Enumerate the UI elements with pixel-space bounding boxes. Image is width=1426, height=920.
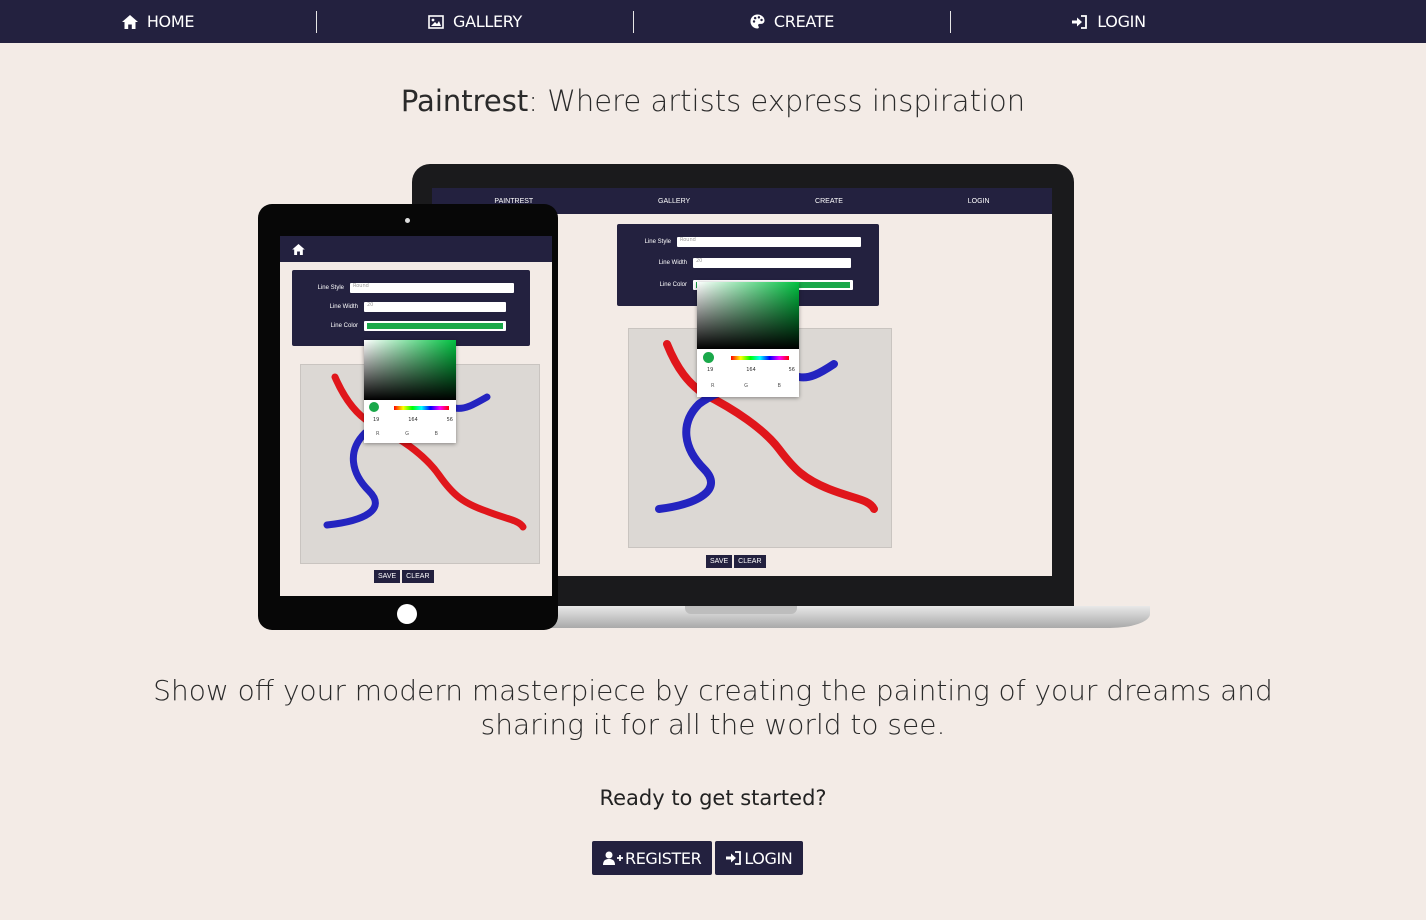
mini-clear-button: CLEAR [734, 555, 766, 568]
rgb-r: 19 [373, 417, 380, 423]
tablet-mini-buttons: SAVE CLEAR [374, 570, 434, 583]
tablet-color-picker: 19 164 56 R G B [364, 340, 456, 443]
top-nav: HOME GALLERY CREATE LOGIN [0, 0, 1426, 43]
login-icon [1072, 14, 1088, 29]
line-style-select: Round [350, 283, 514, 293]
device-mockup-image: PAINTREST GALLERY CREATE LOGIN Line Styl… [250, 160, 1160, 640]
rgb-g: 164 [408, 417, 418, 423]
rgb-b: 56 [446, 417, 453, 423]
rgb-label-r: R [711, 383, 715, 389]
tablet-screen: Line Style Round Line Width 20 Line Color … [280, 236, 552, 596]
label-line-style: Line Style [317, 285, 344, 291]
mini-nav-item: GALLERY [658, 197, 691, 205]
rgb-label-g: G [405, 431, 409, 437]
nav-home-label: HOME [146, 12, 195, 31]
nav-login-label: LOGIN [1097, 12, 1146, 31]
laptop-base [490, 606, 1150, 628]
nav-create-label: CREATE [773, 12, 835, 31]
rgb-label-r: R [376, 431, 380, 437]
login-icon [726, 851, 742, 865]
rgb-g: 164 [746, 367, 756, 373]
image-icon [428, 14, 444, 29]
label-line-color: Line Color [659, 282, 687, 288]
tablet-settings-panel: Line Style Round Line Width 20 Line Color [292, 270, 530, 346]
rgb-label-b: B [434, 431, 438, 437]
register-button-label: REGISTER [625, 848, 702, 868]
cta-buttons: REGISTER LOGIN [592, 841, 804, 875]
tablet-camera [405, 218, 410, 223]
page-subtitle: : Where artists express inspiration [528, 84, 1026, 118]
rgb-label-g: G [744, 383, 748, 389]
user-plus-icon [603, 851, 623, 865]
tablet-home-button [397, 604, 417, 624]
nav-home[interactable]: HOME [0, 0, 316, 43]
call-to-action-text: Ready to get started? [599, 786, 827, 810]
label-line-width: Line Width [658, 260, 687, 266]
tagline: Show off your modern masterpiece by crea… [153, 674, 1273, 741]
laptop-color-picker: 19 164 56 R G B [697, 282, 799, 397]
nav-gallery-label: GALLERY [452, 12, 523, 31]
login-button[interactable]: LOGIN [715, 841, 804, 875]
nav-login[interactable]: LOGIN [951, 0, 1267, 43]
mini-save-button: SAVE [374, 570, 401, 583]
rgb-b: 56 [788, 367, 795, 373]
mini-clear-button: CLEAR [402, 570, 434, 583]
tablet-mini-nav [280, 236, 552, 262]
palette-icon [750, 14, 765, 29]
rgb-r: 19 [707, 367, 714, 373]
mini-nav-item: CREATE [815, 197, 843, 205]
line-width-select: 20 [364, 302, 506, 312]
nav-create[interactable]: CREATE [634, 0, 950, 43]
mini-nav-item: LOGIN [967, 197, 990, 205]
line-color-swatch [364, 321, 506, 331]
rgb-label-b: B [777, 383, 781, 389]
label-line-color: Line Color [330, 323, 358, 329]
home-icon [121, 14, 138, 29]
laptop-mini-buttons: SAVE CLEAR [706, 555, 766, 568]
mini-save-button: SAVE [706, 555, 733, 568]
nav-gallery[interactable]: GALLERY [317, 0, 633, 43]
label-line-width: Line Width [329, 304, 358, 310]
login-button-label: LOGIN [744, 848, 793, 868]
register-button[interactable]: REGISTER [592, 841, 713, 875]
page-title: Paintrest: Where artists express inspira… [0, 84, 1426, 118]
laptop-notch [685, 606, 797, 614]
label-line-style: Line Style [644, 239, 671, 245]
line-width-select: 20 [693, 258, 851, 268]
line-style-select: Round [677, 237, 861, 247]
home-icon [292, 243, 305, 255]
brand-name: Paintrest [400, 84, 529, 118]
